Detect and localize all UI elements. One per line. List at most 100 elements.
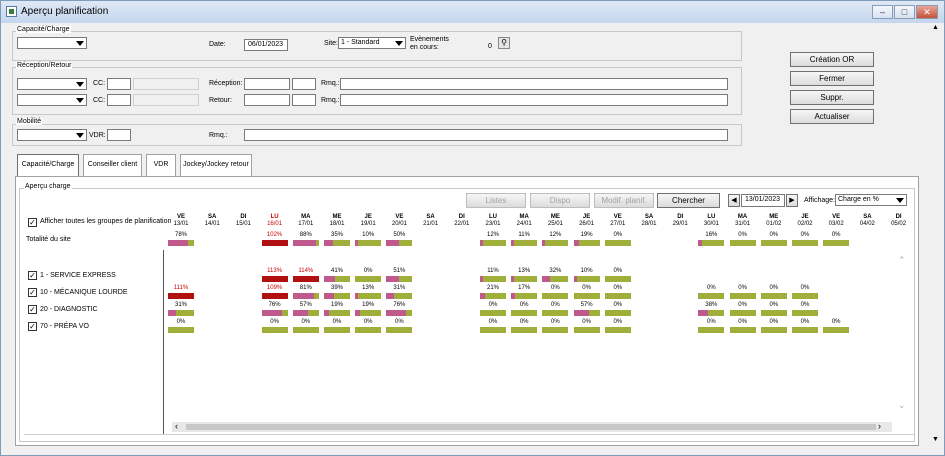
nav-date-field[interactable]: 13/01/2023 bbox=[741, 194, 785, 207]
charge-bar[interactable] bbox=[792, 310, 818, 316]
scroll-up-icon[interactable]: ⌃ bbox=[898, 255, 906, 266]
charge-bar[interactable] bbox=[168, 327, 194, 333]
listes-button[interactable]: Listes bbox=[466, 193, 526, 208]
charge-bar[interactable] bbox=[324, 310, 350, 316]
charge-bar[interactable] bbox=[292, 293, 319, 299]
charge-bar[interactable] bbox=[729, 310, 756, 316]
actualiser-button[interactable]: Actualiser bbox=[790, 109, 874, 124]
charge-bar[interactable] bbox=[292, 327, 319, 333]
creation-or-button[interactable]: Création OR bbox=[790, 52, 874, 67]
group-checkbox[interactable]: ✓ bbox=[28, 305, 37, 314]
chercher-button[interactable]: Chercher bbox=[657, 193, 720, 208]
charge-bar[interactable] bbox=[604, 240, 631, 246]
window-scroll-up-icon[interactable]: ▲ bbox=[932, 24, 939, 31]
charge-bar[interactable] bbox=[729, 240, 756, 246]
charge-bar[interactable] bbox=[573, 327, 600, 333]
charge-bar[interactable] bbox=[386, 276, 413, 282]
group-checkbox[interactable]: ✓ bbox=[28, 288, 37, 297]
rmq-retour-field[interactable] bbox=[340, 94, 728, 106]
modif-planif-button[interactable]: Modif. planif. bbox=[594, 193, 654, 208]
charge-bar[interactable] bbox=[324, 293, 350, 299]
capacite-select[interactable] bbox=[17, 37, 87, 49]
maximize-button[interactable]: □ bbox=[894, 5, 915, 19]
charge-bar[interactable] bbox=[604, 310, 631, 316]
charge-bar[interactable] bbox=[542, 276, 569, 282]
group-checkbox[interactable]: ✓ bbox=[28, 271, 37, 280]
charge-bar[interactable] bbox=[760, 293, 787, 299]
fermer-button[interactable]: Fermer bbox=[790, 71, 874, 86]
charge-bar[interactable] bbox=[355, 327, 382, 333]
charge-bar[interactable] bbox=[355, 276, 382, 282]
scroll-down-icon[interactable]: ⌄ bbox=[898, 400, 906, 411]
charge-bar[interactable] bbox=[760, 310, 787, 316]
show-all-checkbox[interactable]: ✓ bbox=[28, 218, 37, 227]
charge-bar[interactable] bbox=[573, 276, 600, 282]
charge-bar[interactable] bbox=[480, 327, 506, 333]
vdr-field[interactable] bbox=[107, 129, 131, 141]
charge-bar[interactable] bbox=[760, 327, 787, 333]
charge-bar[interactable] bbox=[168, 293, 194, 299]
charge-bar[interactable] bbox=[604, 276, 631, 282]
charge-bar[interactable] bbox=[261, 240, 288, 246]
charge-bar[interactable] bbox=[261, 293, 288, 299]
charge-bar[interactable] bbox=[542, 293, 569, 299]
charge-bar[interactable] bbox=[760, 240, 787, 246]
charge-bar[interactable] bbox=[386, 310, 413, 316]
cc2-field[interactable] bbox=[107, 94, 131, 106]
charge-bar[interactable] bbox=[292, 310, 319, 316]
scroll-right-icon[interactable]: › bbox=[878, 421, 881, 431]
charge-bar[interactable] bbox=[355, 293, 382, 299]
charge-bar[interactable] bbox=[729, 327, 756, 333]
cc-field[interactable] bbox=[107, 78, 131, 90]
charge-bar[interactable] bbox=[261, 310, 288, 316]
charge-bar[interactable] bbox=[324, 240, 350, 246]
charge-bar[interactable] bbox=[511, 240, 538, 246]
charge-bar[interactable] bbox=[604, 293, 631, 299]
charge-bar[interactable] bbox=[823, 240, 850, 246]
close-button[interactable]: ✕ bbox=[916, 5, 938, 19]
prev-date-button[interactable]: ◀ bbox=[728, 194, 740, 207]
minimize-button[interactable]: – bbox=[872, 5, 893, 19]
tab-conseiller[interactable]: Conseiller client bbox=[83, 154, 142, 176]
charge-bar[interactable] bbox=[292, 240, 319, 246]
charge-bar[interactable] bbox=[698, 240, 725, 246]
charge-bar[interactable] bbox=[168, 310, 194, 316]
dispo-button[interactable]: Dispo bbox=[530, 193, 590, 208]
reception-date[interactable] bbox=[244, 78, 290, 90]
charge-bar[interactable] bbox=[573, 310, 600, 316]
charge-bar[interactable] bbox=[542, 327, 569, 333]
scroll-left-icon[interactable]: ‹ bbox=[175, 421, 178, 431]
charge-bar[interactable] bbox=[542, 310, 569, 316]
charge-bar[interactable] bbox=[511, 293, 538, 299]
charge-bar[interactable] bbox=[480, 240, 506, 246]
window-scroll-down-icon[interactable]: ▼ bbox=[932, 436, 939, 443]
charge-bar[interactable] bbox=[386, 293, 413, 299]
charge-bar[interactable] bbox=[355, 240, 382, 246]
charge-bar[interactable] bbox=[386, 327, 413, 333]
mobilite-rmq-field[interactable] bbox=[244, 129, 728, 141]
affichage-select[interactable]: Charge en % bbox=[835, 194, 907, 206]
mobilite-select[interactable] bbox=[17, 129, 87, 141]
horizontal-scroll-thumb[interactable] bbox=[186, 424, 876, 430]
charge-bar[interactable] bbox=[823, 327, 850, 333]
charge-bar[interactable] bbox=[261, 276, 288, 282]
charge-bar[interactable] bbox=[698, 310, 725, 316]
charge-bar[interactable] bbox=[698, 327, 725, 333]
retour-date[interactable] bbox=[244, 94, 290, 106]
tab-jockey[interactable]: Jockey/Jockey retour bbox=[180, 154, 252, 176]
charge-bar[interactable] bbox=[792, 293, 818, 299]
reception-time[interactable] bbox=[292, 78, 316, 90]
charge-bar[interactable] bbox=[792, 240, 818, 246]
site-select[interactable]: 1 - Standard bbox=[338, 37, 406, 49]
charge-bar[interactable] bbox=[480, 276, 506, 282]
charge-bar[interactable] bbox=[511, 327, 538, 333]
retour-time[interactable] bbox=[292, 94, 316, 106]
charge-bar[interactable] bbox=[324, 327, 350, 333]
window-vertical-scrollbar[interactable] bbox=[930, 23, 942, 449]
charge-bar[interactable] bbox=[542, 240, 569, 246]
charge-bar[interactable] bbox=[324, 276, 350, 282]
charge-bar[interactable] bbox=[792, 327, 818, 333]
charge-bar[interactable] bbox=[698, 293, 725, 299]
charge-bar[interactable] bbox=[261, 327, 288, 333]
date-field[interactable]: 06/01/2023 bbox=[244, 39, 288, 51]
